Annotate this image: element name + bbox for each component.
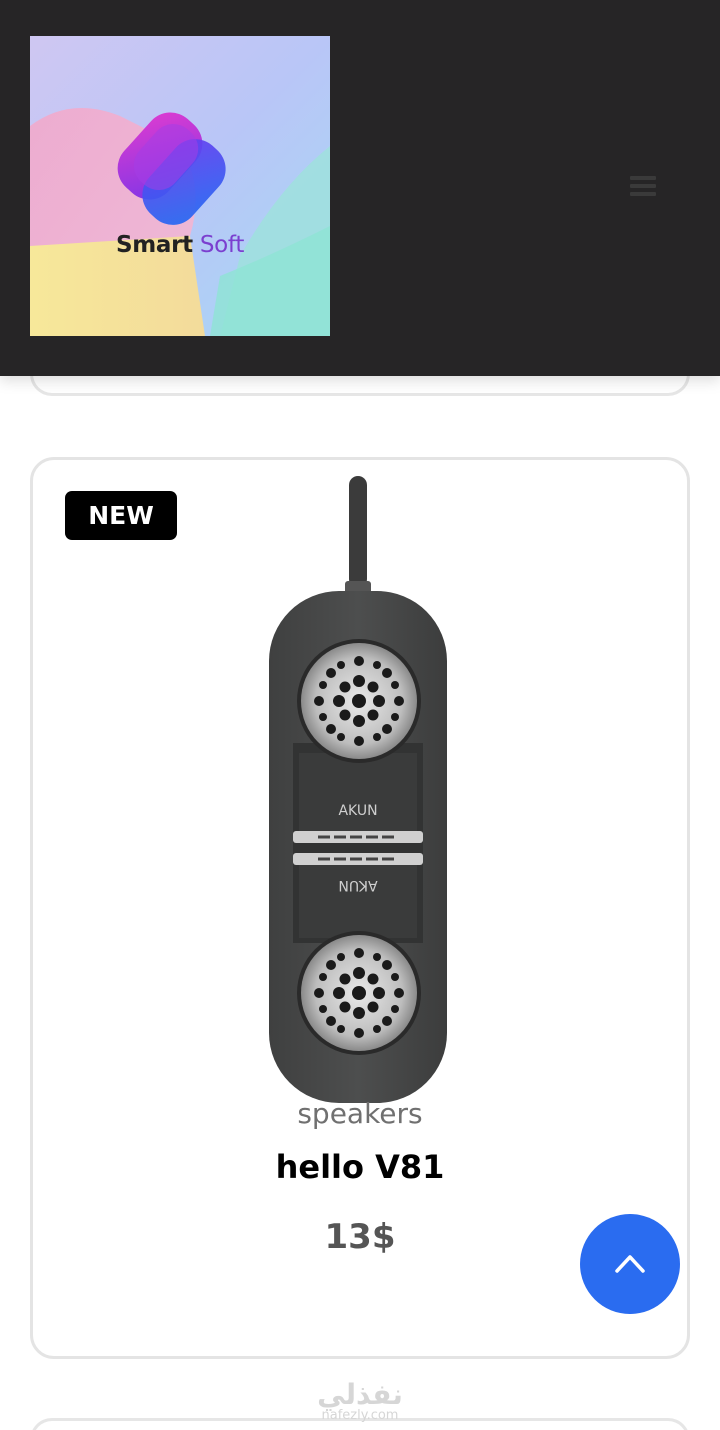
- chevron-up-icon: [615, 1255, 645, 1273]
- product-card[interactable]: NEW AKUN AKUN speakers hello V81 13$: [30, 457, 690, 1359]
- watermark: نفذلي nafezly.com: [0, 1378, 720, 1424]
- logo-word-soft: Soft: [199, 232, 245, 258]
- scroll-to-top-button[interactable]: [580, 1214, 680, 1314]
- hamburger-menu-icon[interactable]: [630, 176, 658, 198]
- site-header: Smart Soft: [0, 0, 720, 376]
- logo[interactable]: Smart Soft: [30, 36, 330, 336]
- logo-text: Smart Soft: [30, 232, 330, 258]
- watermark-latin: nafezly.com: [321, 1408, 399, 1423]
- product-title[interactable]: hello V81: [33, 1148, 687, 1186]
- svg-text:AKUN: AKUN: [338, 877, 377, 893]
- portable-speaker-image[interactable]: AKUN AKUN: [263, 473, 453, 1103]
- svg-text:AKUN: AKUN: [338, 803, 377, 819]
- product-category[interactable]: speakers: [33, 1097, 687, 1130]
- watermark-arabic: نفذلي: [317, 1378, 403, 1411]
- new-badge: NEW: [65, 491, 177, 540]
- logo-word-smart: Smart: [115, 232, 193, 258]
